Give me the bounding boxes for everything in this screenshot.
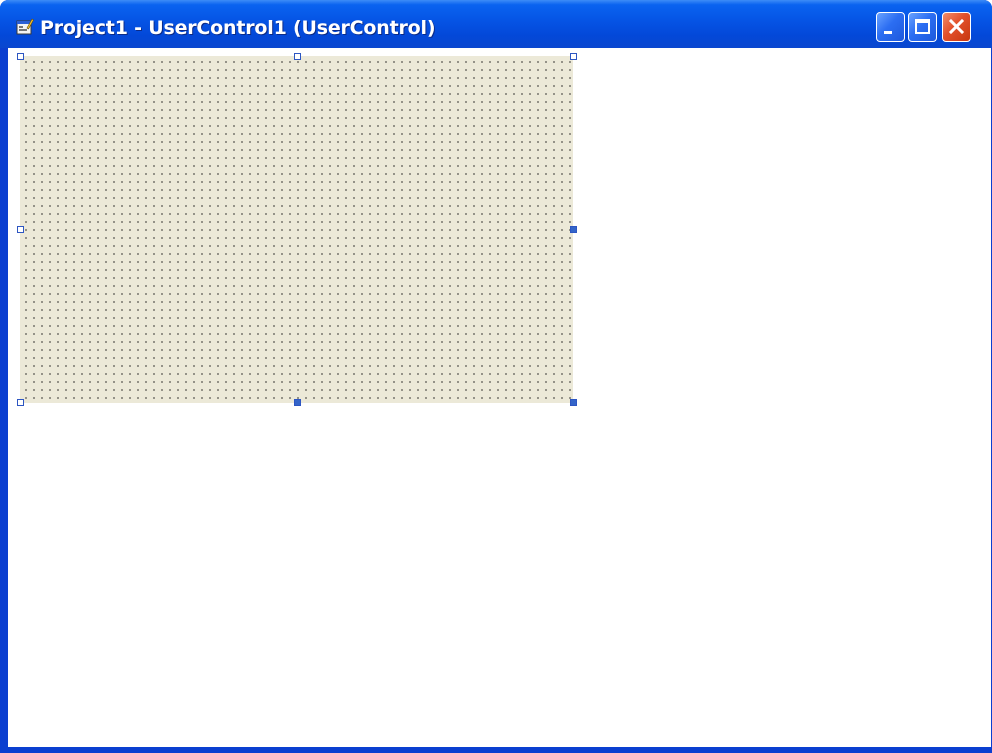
resize-handle-top-middle[interactable]	[294, 53, 301, 60]
designer-window: Project1 - UserControl1 (UserControl)	[0, 0, 992, 753]
resize-handle-top-right[interactable]	[570, 53, 577, 60]
maximize-icon	[915, 19, 930, 34]
close-button[interactable]	[942, 12, 971, 42]
resize-handle-bottom-middle[interactable]	[294, 399, 301, 406]
resize-handle-middle-right[interactable]	[570, 226, 577, 233]
resize-handle-top-left[interactable]	[17, 53, 24, 60]
resize-handle-bottom-left[interactable]	[17, 399, 24, 406]
window-title: Project1 - UserControl1 (UserControl)	[40, 17, 436, 39]
client-area	[8, 48, 991, 747]
minimize-button[interactable]	[876, 12, 905, 42]
usercontrol-design-surface[interactable]	[20, 56, 573, 403]
resize-handle-bottom-right[interactable]	[570, 399, 577, 406]
maximize-button[interactable]	[908, 12, 937, 42]
minimize-icon	[884, 31, 892, 34]
form-designer-icon[interactable]	[16, 18, 34, 36]
close-icon	[948, 18, 965, 35]
title-bar[interactable]: Project1 - UserControl1 (UserControl)	[0, 0, 992, 48]
resize-handle-middle-left[interactable]	[17, 226, 24, 233]
